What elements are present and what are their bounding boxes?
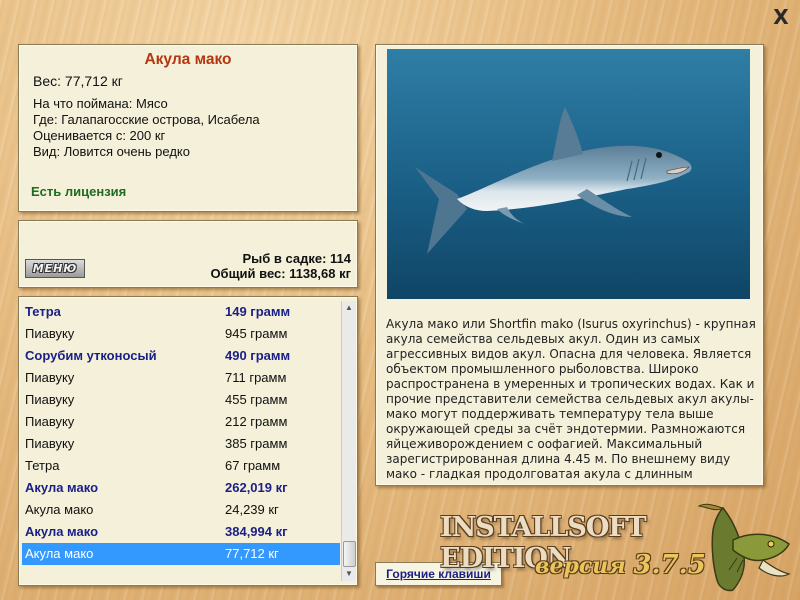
scrollbar-thumb[interactable] [343,541,356,567]
location-info: Где: Галапагосские острова, Исабела [33,112,260,127]
catch-item-name: Тетра [25,304,61,319]
catch-list-item[interactable]: Пиавуку 711 грамм [22,367,340,389]
bait-info: На что поймана: Мясо [33,96,168,111]
catch-item-weight: 24,239 кг [225,502,279,517]
valued-from-info: Оценивается с: 200 кг [33,128,166,143]
catch-item-name: Пиавуку [25,414,75,429]
catch-list-item[interactable]: Акула мако 262,019 кг [22,477,340,499]
license-status: Есть лицензия [31,184,127,199]
scroll-up-icon[interactable]: ▲ [342,301,356,315]
fish-count: Рыб в садке: 114 [242,251,351,266]
fish-info-panel: Акула мако Вес: 77,712 кг На что поймана… [18,44,358,212]
catch-item-weight: 711 грамм [225,370,287,385]
fish-title: Акула мако [144,51,232,68]
catch-item-name: Пиавуку [25,370,75,385]
fish-weight: Вес: 77,712 кг [33,73,123,89]
close-button[interactable]: X [770,6,792,28]
scroll-down-icon[interactable]: ▼ [342,567,356,581]
close-icon: X [773,5,789,29]
catch-item-weight: 384,994 кг [225,524,288,539]
catch-item-weight: 945 грамм [225,326,288,341]
shark-image [387,49,750,299]
version-label: версия [535,553,626,579]
catch-list-item[interactable]: Пиавуку 385 грамм [22,433,340,455]
rarity-info: Вид: Ловится очень редко [33,144,190,159]
catch-list-item[interactable]: Пиавуку 945 грамм [22,323,340,345]
summary-panel: МЕНЮ Рыб в садке: 114 Общий вес: 1138,68… [18,220,358,288]
catch-item-name: Акула мако [25,524,99,539]
fish-description: Акула мако или Shortfin mako (Isurus oxy… [386,317,756,481]
catch-list-item[interactable]: Пиавуку 455 грамм [22,389,340,411]
catch-list-item[interactable]: Акула мако 24,239 кг [22,499,340,521]
catch-item-name: Акула мако [25,546,94,561]
catch-item-weight: 77,712 кг [225,546,279,561]
catch-list-item[interactable]: Тетра 149 грамм [22,301,340,323]
catch-item-weight: 490 грамм [225,348,291,363]
catch-item-name: Пиавуку [25,436,75,451]
catch-list-item[interactable]: Тетра 67 грамм [22,455,340,477]
catch-item-weight: 67 грамм [225,458,281,473]
catch-list[interactable]: Тетра 149 грамм Пиавуку 945 грамм Сорубим ут… [22,301,340,565]
catch-item-name: Пиавуку [25,326,75,341]
catch-item-weight: 149 грамм [225,304,291,319]
catch-item-name: Тетра [25,458,60,473]
catch-item-weight: 455 грамм [225,392,288,407]
catch-list-item[interactable]: Сорубим утконосый 490 грамм [22,345,340,367]
version-info: версия 3.7.5 [535,550,706,580]
pike-fish-logo [697,503,791,592]
catch-item-name: Акула мако [25,480,99,495]
menu-button[interactable]: МЕНЮ [25,259,85,278]
list-scrollbar[interactable]: ▲ ▼ [341,301,356,581]
catch-item-name: Акула мако [25,502,94,517]
total-weight: Общий вес: 1138,68 кг [210,266,351,281]
catch-list-item[interactable]: Пиавуку 212 грамм [22,411,340,433]
catch-item-weight: 212 грамм [225,414,288,429]
catch-list-item[interactable]: Акула мако 77,712 кг [22,543,340,565]
catch-item-weight: 385 грамм [225,436,288,451]
catch-item-name: Сорубим утконосый [25,348,157,363]
catch-list-panel: Тетра 149 грамм Пиавуку 945 грамм Сорубим ут… [18,296,358,586]
catch-item-weight: 262,019 кг [225,480,288,495]
fish-description-panel: Акула мако или Shortfin mako (Isurus oxy… [375,44,764,486]
catch-item-name: Пиавуку [25,392,75,407]
catch-list-item[interactable]: Акула мако 384,994 кг [22,521,340,543]
